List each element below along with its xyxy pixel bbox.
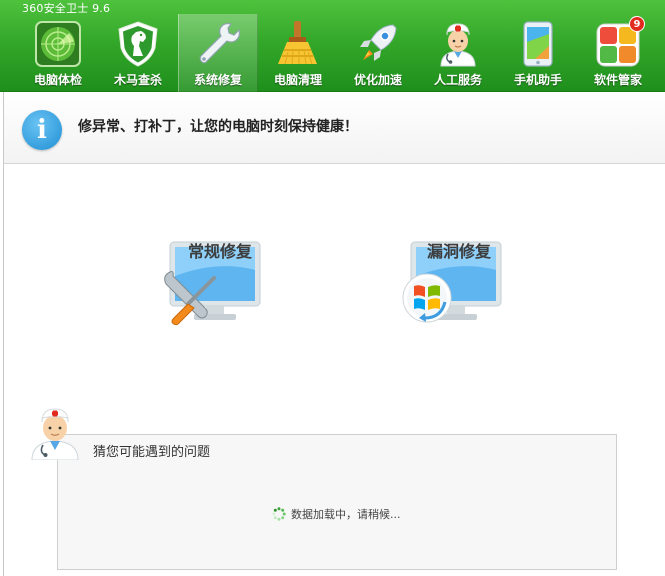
main-toolbar: 360安全卫士 9.6 电脑体检 木马查杀 系统修复 电脑清理 优化加速 人工服… (0, 0, 665, 92)
faq-title: 猜您可能遇到的问题 (93, 445, 211, 460)
app-store-icon: 9 (593, 16, 645, 68)
nav-item-checkup[interactable]: 电脑体检 (18, 14, 98, 92)
vulnerability-repair-label: 漏洞修复 (426, 242, 491, 261)
doctor-avatar-icon (31, 408, 79, 460)
nav-label: 软件管家 (593, 73, 642, 87)
main-nav: 电脑体检 木马查杀 系统修复 电脑清理 优化加速 人工服务 手机助手 9 软件管… (18, 14, 658, 92)
info-icon: i (22, 110, 62, 150)
info-banner: i 修异常、打补丁，让您的电脑时刻保持健康！ (4, 92, 665, 164)
regular-repair-button[interactable]: 常规修复 (150, 0, 290, 326)
vulnerability-repair-button[interactable]: 漏洞修复 (389, 0, 529, 323)
nav-label: 电脑体检 (33, 73, 82, 87)
update-count-badge: 9 (629, 16, 645, 32)
radar-icon (33, 20, 83, 68)
nav-item-software-manager[interactable]: 9 软件管家 (578, 14, 658, 92)
loading-indicator: 数据加载中，请稍候... (272, 506, 401, 522)
regular-repair-label: 常规修复 (187, 242, 252, 261)
loading-spinner-icon (272, 507, 286, 521)
loading-text: 数据加载中，请稍候... (291, 508, 401, 521)
